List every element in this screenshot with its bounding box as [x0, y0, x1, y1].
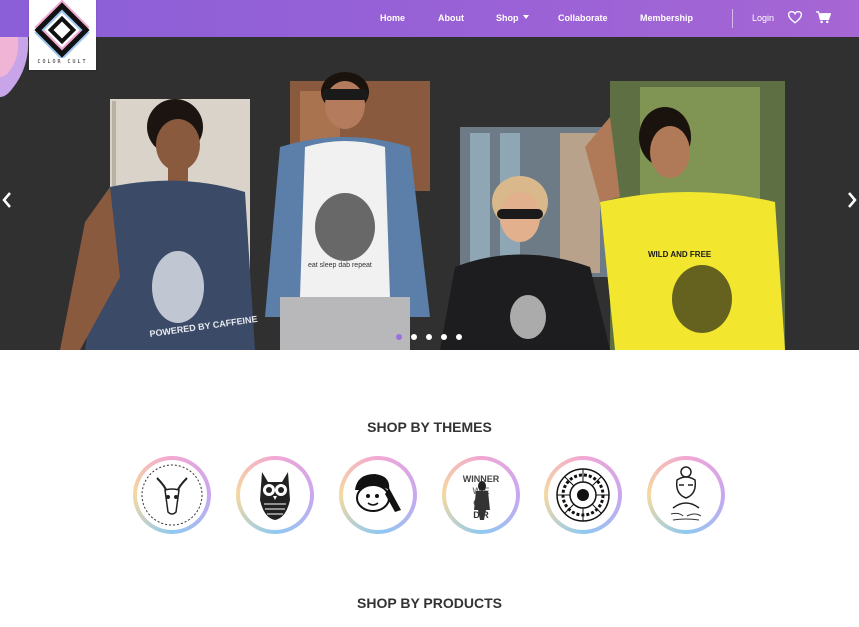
- carousel-dot-2[interactable]: [411, 334, 417, 340]
- nav-shop-label: Shop: [496, 13, 519, 23]
- theme-owl[interactable]: [236, 456, 314, 534]
- hero-image: POWERED BY CAFFEINE eat sleep dab repeat…: [60, 72, 785, 350]
- logo-mark-icon: [34, 0, 90, 61]
- carousel-next-arrow-icon[interactable]: [847, 192, 857, 208]
- brand-name: COLOR CULT: [37, 59, 88, 65]
- svg-text:eat sleep dab repeat: eat sleep dab repeat: [308, 262, 372, 269]
- caret-down-icon: [523, 15, 530, 19]
- theme-girl-sketch[interactable]: [647, 456, 725, 534]
- mandala-icon: [556, 468, 610, 522]
- theme-winner-poster[interactable]: WINNER W E C R D R: [442, 456, 520, 534]
- nav-divider: [732, 9, 733, 28]
- theme-mandala[interactable]: [544, 456, 622, 534]
- brand-logo[interactable]: COLOR CULT: [29, 0, 96, 70]
- top-navbar: Home About Shop Collaborate Membership L…: [0, 0, 859, 37]
- shop-by-themes-title: SHOP BY THEMES: [367, 419, 492, 435]
- winner-poster-icon: WINNER W E C R D R: [463, 474, 500, 520]
- owl-icon: [260, 472, 290, 520]
- nav-collaborate[interactable]: Collaborate: [558, 13, 608, 23]
- carousel-dots: [396, 334, 462, 340]
- carousel-dot-5[interactable]: [456, 334, 462, 340]
- carousel-dot-4[interactable]: [441, 334, 447, 340]
- login-link[interactable]: Login: [752, 13, 774, 23]
- heart-icon[interactable]: [788, 11, 802, 24]
- hero-carousel: POWERED BY CAFFEINE eat sleep dab repeat…: [0, 37, 859, 350]
- girl-sketch-icon: [670, 466, 702, 521]
- theme-goat-skull[interactable]: [133, 456, 211, 534]
- nav-about[interactable]: About: [438, 13, 464, 23]
- carousel-dot-1[interactable]: [396, 334, 402, 340]
- carousel-dot-3[interactable]: [426, 334, 432, 340]
- cart-icon[interactable]: [816, 11, 831, 24]
- theme-cartoon-face[interactable]: [339, 456, 417, 534]
- nav-shop[interactable]: Shop: [496, 13, 530, 23]
- decorative-blob: [0, 37, 29, 97]
- shop-by-products-title: SHOP BY PRODUCTS: [357, 595, 502, 611]
- nav-membership[interactable]: Membership: [640, 13, 693, 23]
- cartoon-face-icon: [355, 474, 401, 512]
- carousel-prev-arrow-icon[interactable]: [2, 192, 12, 208]
- svg-text:WILD AND FREE: WILD AND FREE: [648, 250, 712, 259]
- goat-skull-icon: [141, 464, 203, 526]
- nav-home[interactable]: Home: [380, 13, 405, 23]
